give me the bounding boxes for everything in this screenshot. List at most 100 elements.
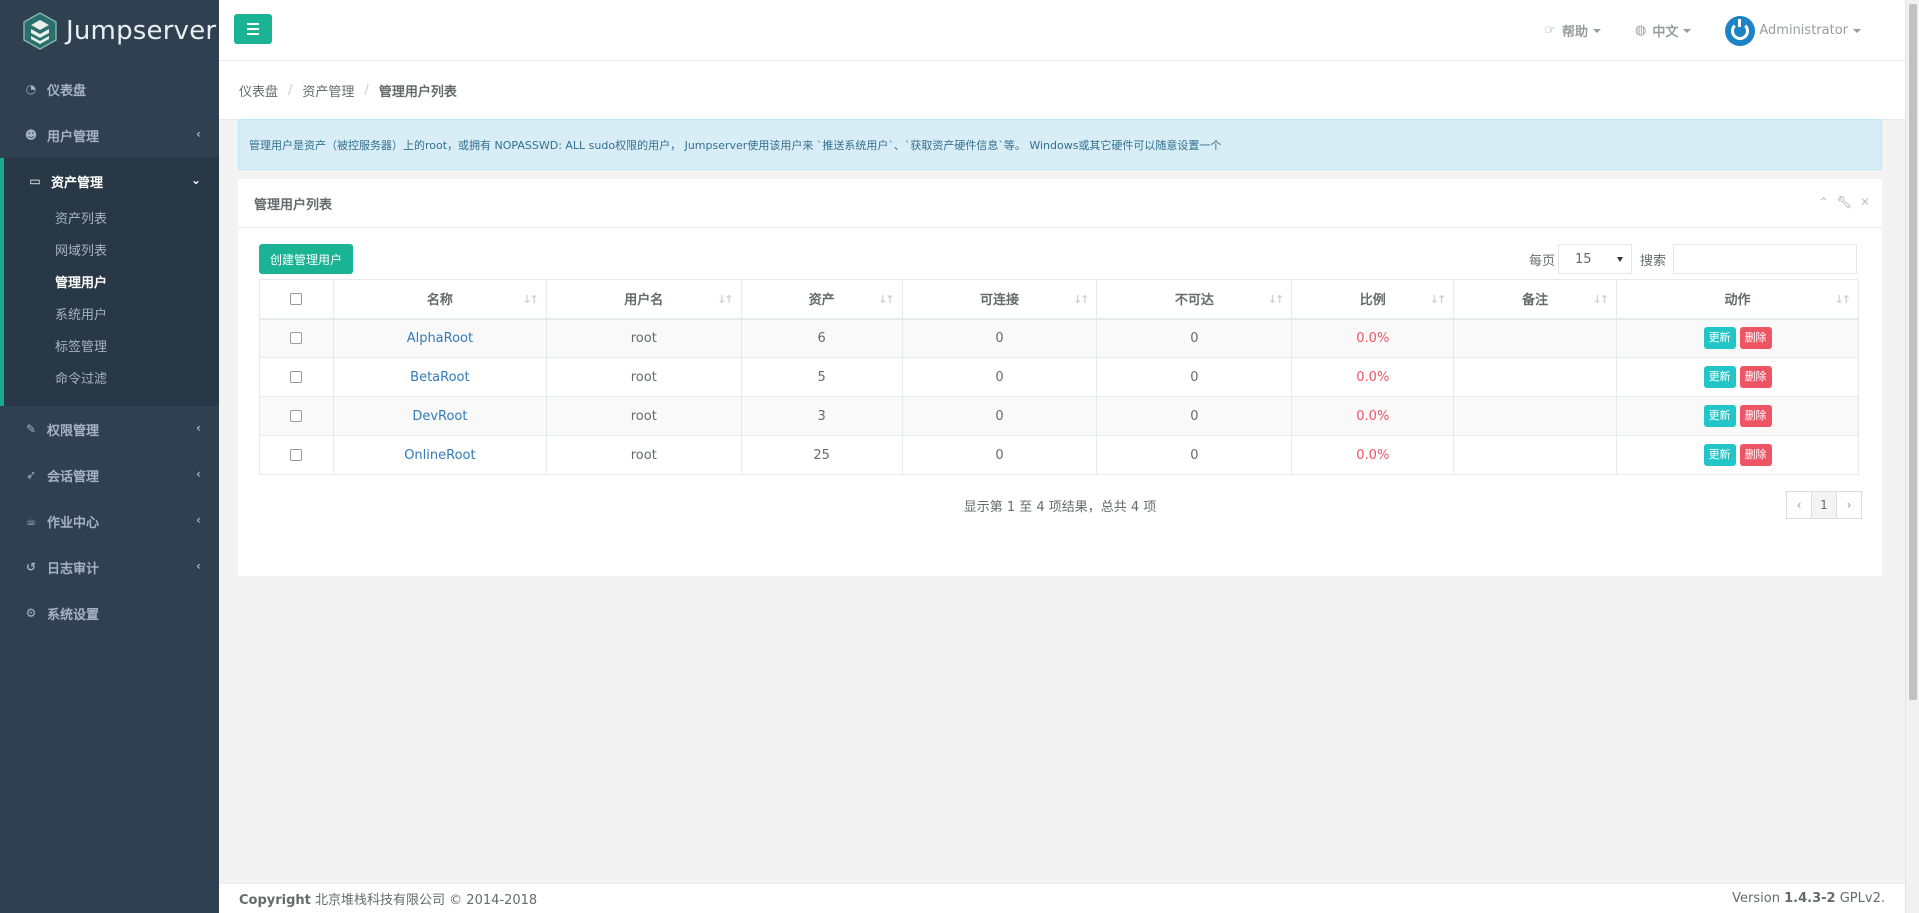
top-navbar: ☞ 帮助 ◍ 中文 Administrator xyxy=(219,0,1905,61)
column-header-username[interactable]: 用户名 ↓↑ xyxy=(545,279,742,320)
nav-settings[interactable]: ⚙ 系统设置 xyxy=(0,590,219,636)
caret-down-icon xyxy=(1683,28,1692,33)
nav-assets-header[interactable]: ▭ 资产管理 ⌄ xyxy=(4,158,219,204)
scrollbar-thumb[interactable] xyxy=(1909,4,1917,700)
chevron-left-icon: ‹ xyxy=(196,421,201,435)
row-checkbox[interactable] xyxy=(290,449,303,461)
cell-connectable: 0 xyxy=(901,357,1098,397)
nav-jobs[interactable]: ☕ 作业中心 ‹ xyxy=(0,498,219,544)
caret-down-icon xyxy=(1593,28,1602,33)
admin-user-link[interactable]: OnlineRoot xyxy=(404,448,475,463)
row-checkbox[interactable] xyxy=(290,410,303,422)
sort-icon: ↓↑ xyxy=(1267,293,1285,306)
close-icon[interactable]: ✕ xyxy=(1860,195,1870,209)
cell-comment xyxy=(1453,318,1618,358)
subnav-label-management[interactable]: 标签管理 xyxy=(4,332,219,364)
delete-button[interactable]: 删除 xyxy=(1739,366,1772,388)
prev-page-button[interactable]: ‹ xyxy=(1786,491,1812,519)
collapse-icon[interactable]: ⌃ xyxy=(1819,195,1829,209)
page-scrollbar[interactable] xyxy=(1905,0,1919,913)
next-page-button[interactable]: › xyxy=(1836,491,1862,519)
admin-user-link[interactable]: DevRoot xyxy=(412,409,467,424)
column-header-unreachable[interactable]: 不可达 ↓↑ xyxy=(1096,279,1293,320)
page-button[interactable]: 1 xyxy=(1811,491,1837,519)
subnav-asset-list[interactable]: 资产列表 xyxy=(4,204,219,236)
admin-user-panel: 管理用户列表 ⌃ 🔧︎ ✕ 创建管理用户 每页 15 搜索 名称 ↓↑ 用户名 ↓↑… xyxy=(238,179,1882,576)
row-checkbox[interactable] xyxy=(290,332,303,345)
page-length-control: 每页 15 xyxy=(1529,244,1632,274)
wrench-icon[interactable]: 🔧︎ xyxy=(1837,195,1852,209)
footer: Copyright 北京堆栈科技有限公司 © 2014-2018 Version… xyxy=(219,883,1905,913)
panel-header: 管理用户列表 ⌃ 🔧︎ ✕ xyxy=(238,179,1882,228)
cell-assets: 5 xyxy=(740,357,903,397)
table-summary: 显示第 1 至 4 项结果，总共 4 项 xyxy=(963,500,1157,515)
sort-icon: ↓↑ xyxy=(1592,293,1610,306)
admin-user-link[interactable]: BetaRoot xyxy=(410,370,469,385)
breadcrumb: 仪表盘 / 资产管理 / 管理用户列表 xyxy=(219,61,1905,120)
row-checkbox[interactable] xyxy=(290,371,303,383)
user-name: Administrator xyxy=(1759,23,1848,38)
nav-permissions[interactable]: ✎ 权限管理 ‹ xyxy=(0,406,219,452)
sort-icon: ↓↑ xyxy=(1429,293,1447,306)
admin-user-table: 名称 ↓↑ 用户名 ↓↑ 资产 ↓↑ 可连接 ↓↑ 不可达 ↓↑ 比例 ↓↑ 备注 ↓↑ 动作… xyxy=(259,279,1859,475)
column-header-assets[interactable]: 资产 ↓↑ xyxy=(740,279,903,320)
users-icon: ☻ xyxy=(24,128,38,142)
sort-icon: ↓↑ xyxy=(878,293,895,306)
help-menu[interactable]: ☞ 帮助 xyxy=(1544,21,1602,40)
search-control: 搜索 xyxy=(1640,244,1857,274)
cell-comment xyxy=(1453,357,1618,397)
breadcrumb-separator: / xyxy=(288,82,293,98)
user-menu[interactable]: Administrator xyxy=(1725,15,1861,46)
cell-username: root xyxy=(545,396,742,436)
breadcrumb-assets[interactable]: 资产管理 xyxy=(302,81,354,100)
nav-label: 用户管理 xyxy=(47,129,100,145)
nav-label: 系统设置 xyxy=(47,607,100,623)
search-input[interactable] xyxy=(1673,244,1857,274)
cell-ratio: 0.0% xyxy=(1356,369,1390,385)
table-row: DevRoot root 3 0 0 0.0% 更新 删除 xyxy=(259,396,1859,436)
column-header-connectable[interactable]: 可连接 ↓↑ xyxy=(901,279,1098,320)
copyright-text: 北京堆栈科技有限公司 © 2014-2018 xyxy=(315,893,538,908)
nav-audit[interactable]: ↺ 日志审计 ‹ xyxy=(0,544,219,590)
menu-toggle-button[interactable] xyxy=(234,14,272,44)
update-button[interactable]: 更新 xyxy=(1703,366,1736,388)
column-header-comment[interactable]: 备注 ↓↑ xyxy=(1453,279,1618,320)
page-length-select[interactable]: 15 xyxy=(1558,244,1632,274)
select-arrow-icon xyxy=(1617,257,1623,262)
subnav-system-user[interactable]: 系统用户 xyxy=(4,300,219,332)
update-button[interactable]: 更新 xyxy=(1703,327,1736,350)
nav-sessions[interactable]: ➶ 会话管理 ‹ xyxy=(0,452,219,498)
delete-button[interactable]: 删除 xyxy=(1739,405,1772,427)
column-header-action[interactable]: 动作 ↓↑ xyxy=(1616,279,1859,320)
subnav-command-filter[interactable]: 命令过滤 xyxy=(4,364,219,396)
assets-subnav: 资产列表 网域列表 管理用户 系统用户 标签管理 命令过滤 xyxy=(4,204,219,406)
delete-button[interactable]: 删除 xyxy=(1739,444,1772,466)
cell-connectable: 0 xyxy=(901,435,1098,475)
subnav-domain-list[interactable]: 网域列表 xyxy=(4,236,219,268)
admin-user-link[interactable]: AlphaRoot xyxy=(407,331,473,346)
sort-icon: ↓↑ xyxy=(1073,293,1090,306)
panel-title: 管理用户列表 xyxy=(254,197,333,213)
language-menu[interactable]: ◍ 中文 xyxy=(1635,21,1692,40)
brand[interactable]: Jumpserver xyxy=(0,0,219,62)
select-all-checkbox[interactable] xyxy=(290,292,303,305)
coffee-icon: ☕ xyxy=(25,514,37,528)
per-page-label: 每页 xyxy=(1528,253,1555,269)
delete-button[interactable]: 删除 xyxy=(1739,327,1772,350)
column-header-ratio[interactable]: 比例 ↓↑ xyxy=(1291,279,1455,320)
version-number: 1.4.3-2 xyxy=(1784,891,1836,906)
breadcrumb-dashboard[interactable]: 仪表盘 xyxy=(239,81,278,100)
cell-comment xyxy=(1453,396,1618,436)
nav-users[interactable]: ☻ 用户管理 ‹ xyxy=(0,112,219,158)
create-admin-user-button[interactable]: 创建管理用户 xyxy=(259,244,354,274)
column-header-name[interactable]: 名称 ↓↑ xyxy=(332,279,547,320)
cell-connectable: 0 xyxy=(901,318,1098,358)
sort-icon: ↓↑ xyxy=(522,293,539,306)
sort-icon: ↓↑ xyxy=(1834,293,1852,306)
chevron-left-icon: ‹ xyxy=(196,127,201,141)
nav-label: 日志审计 xyxy=(47,561,100,577)
nav-dashboard[interactable]: ◔ 仪表盘 xyxy=(0,66,219,112)
subnav-admin-user[interactable]: 管理用户 xyxy=(4,268,219,300)
update-button[interactable]: 更新 xyxy=(1703,405,1736,427)
update-button[interactable]: 更新 xyxy=(1703,444,1736,466)
